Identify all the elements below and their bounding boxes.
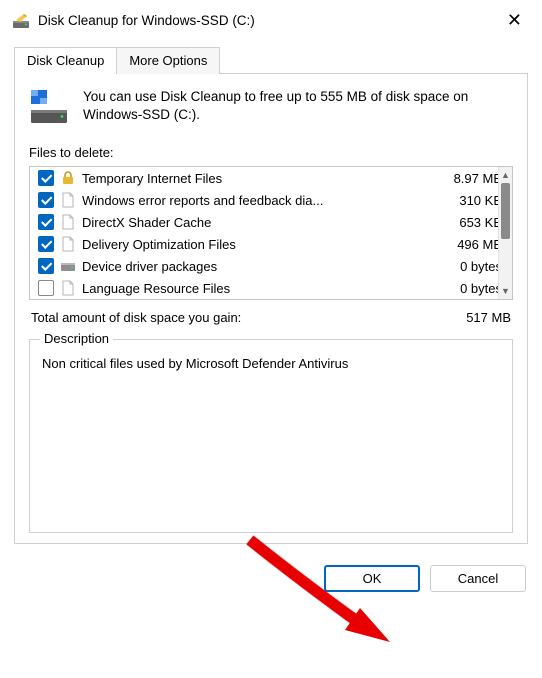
total-label: Total amount of disk space you gain: <box>31 310 241 325</box>
scroll-down-button[interactable]: ▼ <box>499 283 512 299</box>
titlebar: Disk Cleanup for Windows-SSD (C:) ✕ <box>0 0 542 41</box>
page-icon <box>60 214 76 230</box>
file-size: 496 MB <box>424 237 504 252</box>
intro-text: You can use Disk Cleanup to free up to 5… <box>83 88 513 124</box>
checkbox[interactable] <box>38 192 54 208</box>
tab-panel: You can use Disk Cleanup to free up to 5… <box>14 73 528 544</box>
file-size: 310 KB <box>424 193 504 208</box>
dialog-button-row: OK Cancel <box>0 549 542 608</box>
tab-disk-cleanup[interactable]: Disk Cleanup <box>14 47 117 74</box>
file-row[interactable]: DirectX Shader Cache 653 KB <box>30 211 512 233</box>
scroll-up-button[interactable]: ▲ <box>499 167 512 183</box>
page-icon <box>60 236 76 252</box>
files-to-delete-label: Files to delete: <box>29 145 513 160</box>
file-row[interactable]: Windows error reports and feedback dia..… <box>30 189 512 211</box>
page-icon <box>60 280 76 296</box>
file-size: 8.97 MB <box>424 171 504 186</box>
description-group: Description Non critical files used by M… <box>29 339 513 533</box>
page-icon <box>60 192 76 208</box>
tab-strip: Disk Cleanup More Options <box>0 41 542 74</box>
file-size: 0 bytes <box>424 281 504 296</box>
description-legend: Description <box>40 331 113 346</box>
file-name: Language Resource Files <box>82 281 418 296</box>
file-name: Temporary Internet Files <box>82 171 418 186</box>
total-row: Total amount of disk space you gain: 517… <box>31 310 511 325</box>
cancel-button[interactable]: Cancel <box>430 565 526 592</box>
file-size: 653 KB <box>424 215 504 230</box>
checkbox[interactable] <box>38 170 54 186</box>
file-name: Device driver packages <box>82 259 418 274</box>
drive-icon <box>29 88 69 129</box>
file-name: Delivery Optimization Files <box>82 237 418 252</box>
file-row[interactable]: Device driver packages 0 bytes <box>30 255 512 277</box>
file-row[interactable]: Language Resource Files 0 bytes <box>30 277 512 299</box>
window-title: Disk Cleanup for Windows-SSD (C:) <box>38 13 491 28</box>
intro-row: You can use Disk Cleanup to free up to 5… <box>29 88 513 129</box>
total-value: 517 MB <box>466 310 511 325</box>
close-button[interactable]: ✕ <box>499 8 530 33</box>
file-size: 0 bytes <box>424 259 504 274</box>
checkbox[interactable] <box>38 258 54 274</box>
lock-icon <box>60 170 76 186</box>
tab-more-options[interactable]: More Options <box>116 47 220 74</box>
file-list[interactable]: Temporary Internet Files 8.97 MB Windows e… <box>29 166 513 300</box>
file-row[interactable]: Temporary Internet Files 8.97 MB <box>30 167 512 189</box>
checkbox[interactable] <box>38 214 54 230</box>
ok-button[interactable]: OK <box>324 565 420 592</box>
description-text: Non critical files used by Microsoft Def… <box>42 356 500 371</box>
checkbox[interactable] <box>38 280 54 296</box>
file-name: DirectX Shader Cache <box>82 215 418 230</box>
scrollbar[interactable]: ▲ ▼ <box>498 167 512 299</box>
disk-cleanup-icon <box>12 12 30 30</box>
file-row[interactable]: Delivery Optimization Files 496 MB <box>30 233 512 255</box>
drive-icon <box>60 258 76 274</box>
scroll-thumb[interactable] <box>501 183 510 239</box>
checkbox[interactable] <box>38 236 54 252</box>
file-name: Windows error reports and feedback dia..… <box>82 193 418 208</box>
